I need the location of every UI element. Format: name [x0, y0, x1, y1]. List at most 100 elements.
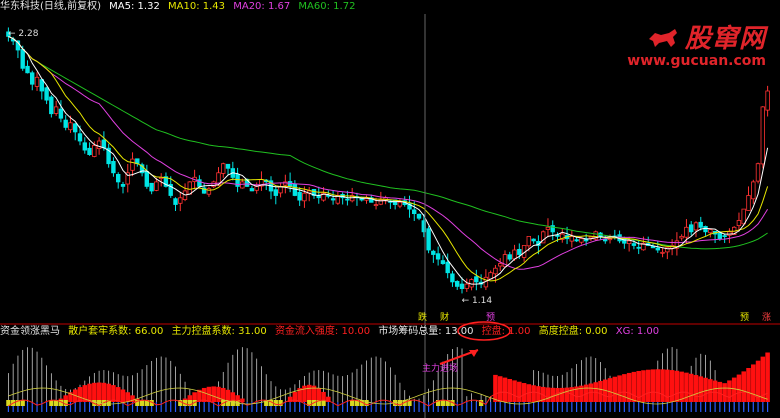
candle-body: [68, 122, 73, 131]
candle-body: [49, 96, 54, 115]
legend-ma10: MA10: 1.43: [168, 1, 226, 12]
bull-icon: [648, 29, 677, 47]
ind-item-xg: XG: 1.00: [615, 326, 660, 337]
candle-body: [130, 158, 135, 171]
candle-body: [741, 208, 746, 225]
candle-body: [526, 235, 531, 247]
candle-body: [39, 79, 44, 92]
ind-item-control: 主力控盘系数: 31.00: [171, 326, 267, 337]
candle-body: [626, 240, 632, 244]
candle-body: [631, 243, 637, 246]
candle-body: [225, 163, 231, 169]
event-marker: 跌: [418, 312, 427, 323]
candle-body: [220, 163, 226, 174]
candle-body: [292, 183, 298, 196]
candle-body: [755, 163, 761, 182]
candle-body: [397, 201, 403, 207]
candle-body: [120, 183, 126, 187]
candle-body: [101, 139, 107, 149]
candle-body: [579, 238, 584, 243]
candle-body: [569, 235, 574, 242]
candle-body: [34, 76, 40, 87]
indicator-legend: 资金领涨黑马 散户套牢系数: 66.00 主力控盘系数: 31.00 资金流入强…: [0, 325, 664, 338]
candle-body: [512, 249, 517, 260]
candle-body: [426, 228, 431, 251]
candle-body: [693, 222, 699, 231]
candle-body: [660, 251, 665, 254]
candle-body: [373, 204, 379, 207]
ind-item-inflow: 资金流入强度: 10.00: [274, 326, 371, 337]
candle-body: [435, 253, 441, 260]
candle-body: [493, 267, 498, 275]
candle-body: [722, 235, 727, 238]
candle-body: [507, 254, 512, 260]
candle-body: [445, 261, 450, 274]
event-marker: 预: [740, 312, 749, 323]
candle-body: [29, 72, 35, 85]
stock-title: 华东科技(日线,前复权): [0, 1, 101, 12]
candle-body: [77, 133, 83, 142]
candle-body: [25, 65, 30, 74]
candle-body: [287, 181, 293, 187]
candle-body: [459, 283, 465, 290]
candle-body: [149, 182, 154, 192]
candle-body: [73, 123, 78, 133]
candle-body: [316, 195, 321, 199]
candle-body: [736, 220, 742, 226]
candle-body: [82, 142, 87, 151]
candle-body: [44, 87, 49, 101]
candle-body: [116, 173, 121, 183]
candle-body: [440, 260, 446, 265]
candle-body: [679, 235, 684, 239]
candle-body: [765, 90, 770, 111]
candle-body: [20, 49, 25, 69]
candle-body: [450, 273, 455, 283]
candle-body: [63, 119, 68, 128]
candle-body: [173, 198, 178, 205]
ind-item-kongpan: 控盘: 1.00: [481, 326, 531, 337]
indicator-title: 资金领涨黑马: [0, 326, 60, 337]
candle-body: [431, 250, 436, 255]
candle-body: [53, 106, 59, 114]
candle-body: [96, 140, 102, 149]
candle-body: [464, 283, 469, 289]
candle-body: [497, 263, 503, 267]
legend-ma20: MA20: 1.67: [233, 1, 291, 12]
ind-item-retail: 散户套牢系数: 66.00: [68, 326, 164, 337]
candle-body: [574, 239, 579, 242]
candle-body: [698, 221, 703, 228]
candle-body: [746, 195, 751, 211]
candle-body: [249, 188, 255, 192]
brand-url: www.gucuan.com: [627, 53, 766, 69]
candle-body: [416, 213, 422, 219]
candle-body: [58, 108, 64, 119]
candle-body: [92, 145, 97, 157]
candle-body: [717, 232, 722, 240]
candle-body: [545, 226, 551, 230]
candle-body: [474, 276, 479, 283]
candle-body: [154, 181, 159, 191]
candle-body: [144, 171, 149, 187]
candle-body: [345, 198, 350, 201]
candle-body: [703, 225, 708, 233]
ind-item-high-control: 高度控盘: 0.00: [538, 326, 608, 337]
event-marker: 涨: [762, 312, 771, 323]
candle-body: [187, 181, 192, 195]
candle-body: [411, 209, 417, 214]
candle-body: [684, 226, 689, 238]
candle-body: [297, 191, 302, 201]
candle-body: [454, 280, 460, 287]
candle-body: [708, 229, 713, 234]
legend-ma60: MA60: 1.72: [298, 1, 356, 12]
high-price-label: ← 2.28: [8, 29, 39, 39]
candle-body: [751, 181, 756, 200]
candle-body: [330, 198, 336, 201]
candle-body: [636, 246, 641, 249]
price-legend: 华东科技(日线,前复权) MA5: 1.32 MA10: 1.43 MA20: …: [0, 0, 360, 13]
candle-body: [87, 147, 92, 156]
watermark-logo: 股窜网 www.gucuan.com: [627, 18, 766, 69]
candle-body: [240, 181, 245, 189]
candle-body: [111, 160, 116, 174]
candle-body: [517, 248, 522, 255]
candle-body: [655, 247, 660, 251]
